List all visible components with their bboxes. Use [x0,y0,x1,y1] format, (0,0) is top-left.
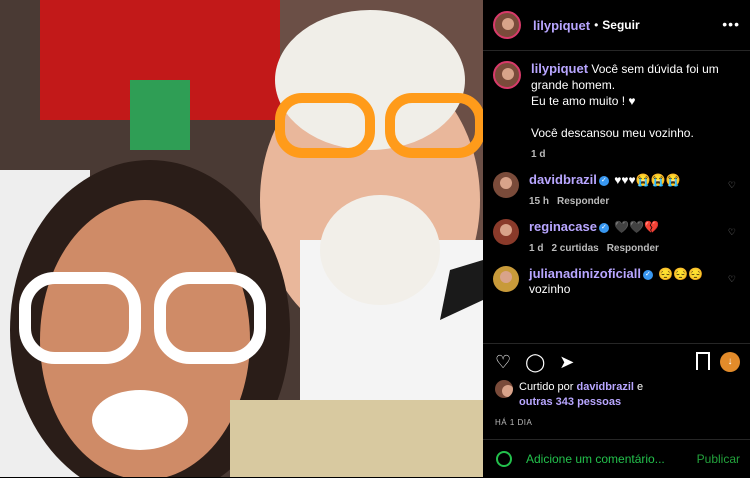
comment-text: reginacase ✓ 🖤🖤💔 [529,219,709,235]
caption-avatar[interactable] [493,61,521,89]
author-avatar[interactable] [493,11,521,39]
download-icon[interactable]: ↓ [720,352,740,372]
comment-time: 1 d [529,243,544,254]
reply-button[interactable]: Responder [557,196,609,207]
verified-icon: ✓ [598,222,609,233]
comment-avatar[interactable] [493,266,519,292]
emoji-icon[interactable] [496,451,512,467]
comment-input[interactable]: Adicione um comentário... [526,452,697,466]
like-comment-icon[interactable]: ♡ [728,227,736,238]
comment-body: 🖤🖤💔 [614,220,660,234]
post-photo[interactable] [0,0,483,477]
liked-by-others[interactable]: outras 343 pessoas [519,396,621,408]
comment-item: davidbrazil ✓ ♥♥♥😭😭😭 15 h Responder ♡ [483,172,750,207]
action-icons: ♡ ◯ ➤ ↓ [483,344,750,380]
instagram-post-modal: lilypiquet • Seguir ••• lilypiquet Você … [0,0,750,477]
reply-button[interactable]: Responder [607,243,659,254]
verified-icon: ✓ [598,175,609,186]
comment-text: julianadinizoficiall ✓ 😔😔😔 vozinho [529,266,709,297]
comment-avatar[interactable] [493,219,519,245]
caption-line-2: Eu te amo muito ! ♥ [531,94,636,108]
selfie-image [0,0,483,477]
comment-username[interactable]: davidbrazil [529,172,597,187]
add-comment-bar: Adicione um comentário... Publicar [483,439,750,478]
separator-dot: • [594,18,599,32]
more-options-icon[interactable]: ••• [722,16,740,32]
bookmark-icon[interactable] [696,352,710,370]
comment-likes[interactable]: 2 curtidas [551,243,598,254]
liked-by-prefix: Curtido por [519,381,574,393]
caption-meta: 1 d [531,149,731,160]
liked-by-user[interactable]: davidbrazil [576,381,633,393]
comment-meta: 1 d 2 curtidas Responder [529,243,709,254]
caption-username[interactable]: lilypiquet [531,61,588,76]
author-username[interactable]: lilypiquet [533,18,590,33]
post-age: HÁ 1 DIA [495,418,533,427]
comment-text: davidbrazil ✓ ♥♥♥😭😭😭 [529,172,709,188]
post-side-panel: lilypiquet • Seguir ••• lilypiquet Você … [483,0,750,477]
caption-time: 1 d [531,149,546,160]
comment-avatar[interactable] [493,172,519,198]
comment-username[interactable]: reginacase [529,219,597,234]
comment-item: reginacase ✓ 🖤🖤💔 1 d 2 curtidas Responder ♡ [483,219,750,254]
likes-summary: Curtido por davidbrazil e outras 343 pes… [483,380,750,410]
caption-line-4: Você descansou meu vozinho. [531,126,694,140]
post-header: lilypiquet • Seguir ••• [483,0,750,51]
like-comment-icon[interactable]: ♡ [728,180,736,191]
post-actions: ♡ ◯ ➤ ↓ Curtido por davidbrazil e outras… [483,343,750,440]
publish-button[interactable]: Publicar [697,452,740,466]
heart-icon[interactable]: ♡ [495,353,511,371]
share-icon[interactable]: ➤ [559,353,574,371]
comment-username[interactable]: julianadinizoficiall [529,266,641,281]
liker-avatar[interactable] [495,380,513,398]
comment-time: 15 h [529,196,550,207]
like-comment-icon[interactable]: ♡ [728,274,736,285]
comment-icon[interactable]: ◯ [525,353,545,371]
comment-meta: 15 h Responder [529,196,709,207]
post-caption: lilypiquet Você sem dúvida foi um grande… [483,51,750,160]
verified-icon: ✓ [642,269,653,280]
liked-by-and: e [637,381,644,393]
caption-text: lilypiquet Você sem dúvida foi um grande… [531,61,731,141]
comment-body: ♥♥♥😭😭😭 [614,173,681,187]
follow-button[interactable]: Seguir [602,18,639,32]
comment-item: julianadinizoficiall ✓ 😔😔😔 vozinho ♡ [483,266,750,297]
